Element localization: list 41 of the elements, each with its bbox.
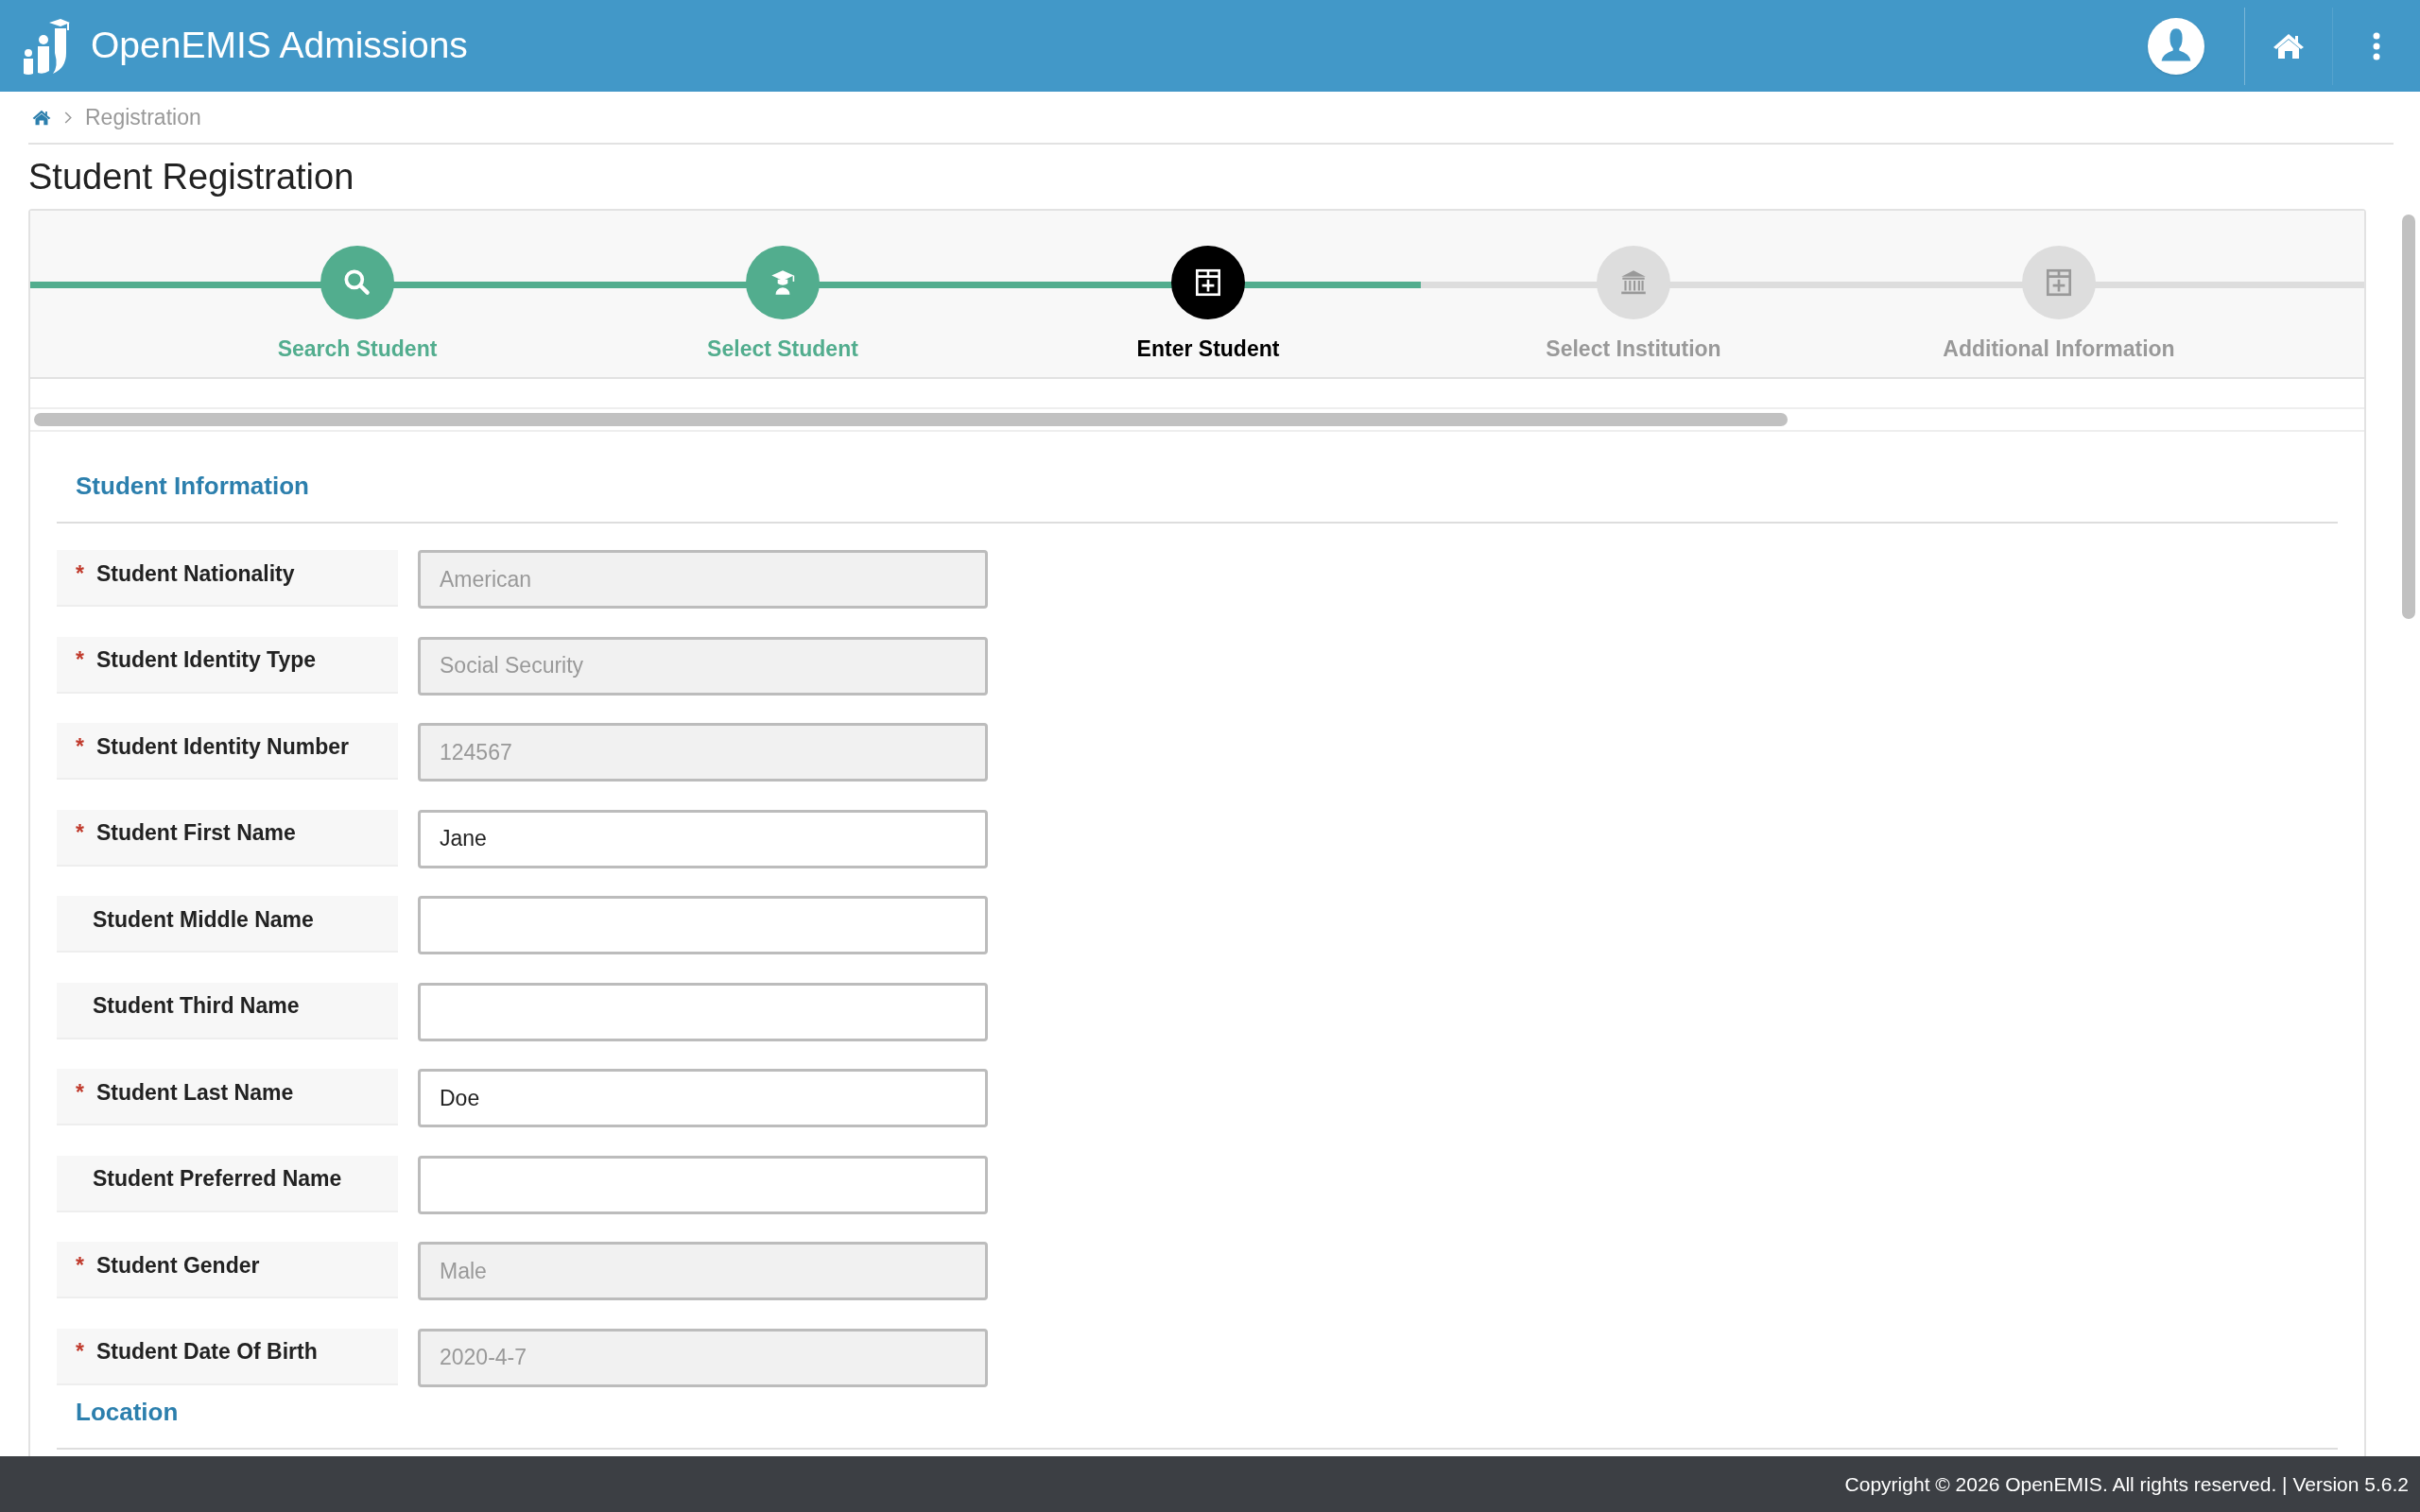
logo-icon (21, 16, 70, 76)
step-label: Select Student (707, 335, 858, 363)
input-field[interactable]: Doe (418, 1069, 988, 1127)
copyright-text: Copyright © 2026 OpenEMIS. All rights reserved. | Version 5.6.2 (1844, 1471, 2409, 1497)
field-label-text: Student Identity Number (95, 732, 349, 761)
required-asterisk: * (76, 819, 84, 848)
required-asterisk: * (76, 732, 84, 761)
field-label: Student Middle Name (57, 896, 398, 953)
home-icon (2273, 32, 2305, 60)
input-field[interactable] (418, 982, 988, 1041)
field-label: Student Third Name (57, 982, 398, 1040)
required-asterisk: * (76, 559, 84, 588)
field-label-text: Student Nationality (95, 559, 295, 588)
field-label-text: Student Gender (95, 1251, 260, 1280)
section-heading: Student Information (76, 472, 309, 500)
required-asterisk: * (76, 1078, 84, 1107)
breadcrumb-current: Registration (85, 103, 201, 131)
horizontal-scrollbar-thumb[interactable] (34, 413, 1788, 426)
field-label-text: Student Last Name (95, 1078, 294, 1107)
field-label: Student Preferred Name (57, 1155, 398, 1212)
chevron-icon (64, 111, 72, 124)
required-asterisk: * (76, 1338, 84, 1366)
field-label-text: Student Identity Type (95, 646, 317, 675)
field-label-text: Student Date Of Birth (95, 1338, 318, 1366)
input-field[interactable] (418, 1155, 988, 1214)
input-field[interactable] (418, 896, 988, 954)
more-icon (2373, 31, 2380, 60)
required-asterisk: * (76, 1251, 84, 1280)
field-label-text: Student First Name (95, 819, 296, 848)
home-icon[interactable] (32, 109, 51, 126)
app-title: OpenEMIS Admissions (91, 24, 468, 68)
page-title: Student Registration (28, 155, 355, 198)
vertical-scrollbar-thumb[interactable] (2402, 215, 2415, 619)
required-asterisk: * (76, 646, 84, 675)
input-field[interactable]: Jane (418, 809, 988, 868)
step-label: Additional Information (1943, 335, 2175, 363)
step-label: Search Student (277, 335, 438, 363)
user-avatar-button[interactable] (2148, 17, 2204, 75)
step-label: Select Institution (1546, 335, 1721, 363)
step-label: Enter Student (1136, 335, 1280, 363)
section-heading: Location (76, 1398, 179, 1426)
